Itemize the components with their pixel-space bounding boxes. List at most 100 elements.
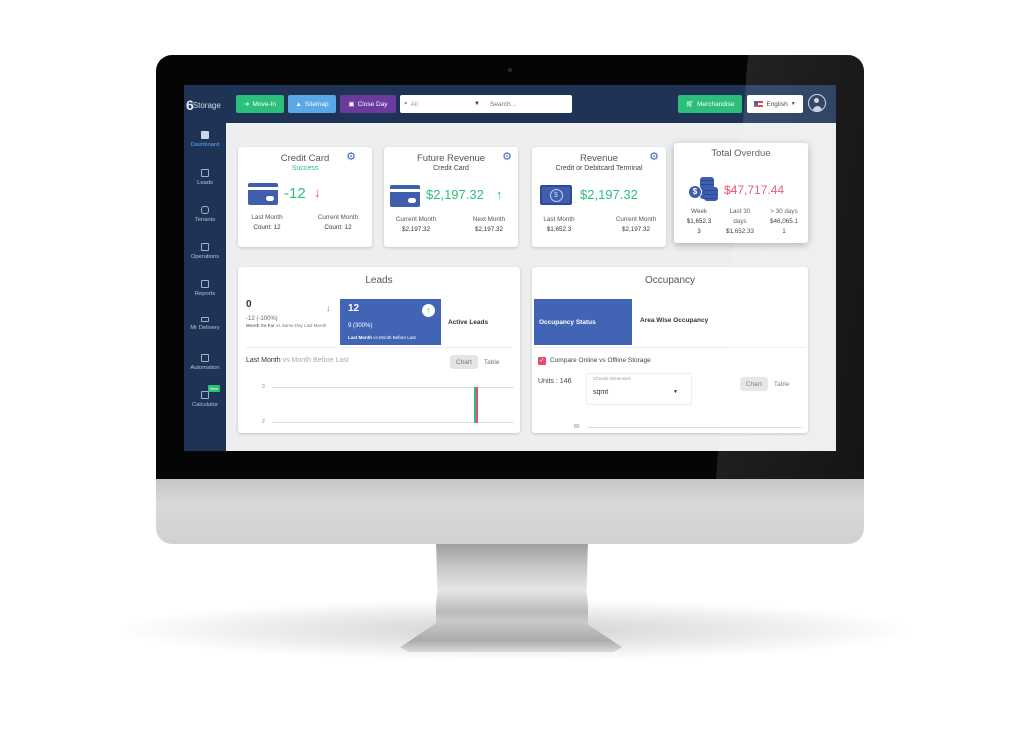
credit-card-card: Credit Card ⚙ Success -12 ↓ Last Month C… xyxy=(238,147,372,247)
close-day-label: Close Day xyxy=(357,100,388,108)
stat-label: Last 30 xyxy=(729,208,751,215)
card-subtitle: Credit or Debitcard Terminal xyxy=(555,165,643,172)
card-value: -12 xyxy=(284,185,306,202)
sidebar-item-operations[interactable]: Operations xyxy=(184,243,226,260)
stat-value: Count: 12 xyxy=(253,224,281,231)
card-value: $2,197.32 xyxy=(580,187,638,202)
table-toggle[interactable]: Table xyxy=(478,355,506,369)
caret-down-icon: ▼ xyxy=(474,101,480,107)
calendar-icon: ▣ xyxy=(348,101,355,108)
tab-area-wise-occupancy[interactable]: Area Wise Occupancy xyxy=(640,317,708,324)
compare-rest: vs Month Before Last xyxy=(282,357,349,364)
divider xyxy=(246,347,512,348)
caret-down-icon: ▼ xyxy=(673,389,678,395)
leads-change: -12 (-100%) xyxy=(246,316,278,322)
cart-icon: 🛒︎ xyxy=(685,101,695,108)
gear-icon[interactable]: ⚙ xyxy=(346,152,356,163)
stat-label: days xyxy=(733,218,747,225)
sidebar-item-automation[interactable]: Automation xyxy=(184,354,226,371)
stat-value: $1,652.3 xyxy=(546,226,572,233)
sidebar-item-tenants[interactable]: Tenants xyxy=(184,206,226,223)
chart-bar-red xyxy=(476,387,478,423)
merchandise-button[interactable]: 🛒︎ Merchandise xyxy=(678,95,742,113)
compare-checkbox[interactable]: ✓ xyxy=(538,357,546,365)
tab-occupancy-status[interactable]: Occupancy Status xyxy=(534,299,632,345)
sidebar-item-label: Calculator xyxy=(191,402,219,408)
card-title: Revenue xyxy=(579,153,619,164)
current-month-stat: Current Month $2,197.32 xyxy=(388,215,444,235)
camera-dot xyxy=(508,68,512,72)
merchandise-label: Merchandise xyxy=(697,100,735,108)
overdue-over-30-stat: > 30 days $46,065.1 1 xyxy=(764,207,804,237)
leads-month-so-far: 0 -12 (-100%) Month So Far vs Same Day L… xyxy=(246,299,338,343)
compare-bold: Last Month xyxy=(246,357,281,364)
sign-in-icon: ➜ xyxy=(244,101,250,108)
stat-value: $1,652.33 xyxy=(725,228,754,235)
search-filter-value: All xyxy=(410,100,418,108)
stat-label: Current Month xyxy=(317,214,359,221)
sidebar-item-label: Operations xyxy=(190,254,220,260)
card-value: $2,197.32 xyxy=(426,187,484,202)
total-overdue-card: Total Overdue $ $47,717.44 Week $1,652.3… xyxy=(674,143,808,243)
stat-label: Current Month xyxy=(615,216,657,223)
sidebar-item-calculator[interactable]: New Calculator xyxy=(184,385,226,408)
gear-icon[interactable]: ⚙ xyxy=(649,152,659,163)
logo-text: Storage xyxy=(192,100,221,110)
sidebar-item-label: Tenants xyxy=(194,217,216,223)
stat-label: > 30 days xyxy=(770,208,798,215)
monitor-chin xyxy=(156,478,864,544)
occupancy-panel: Occupancy Occupancy Status Area Wise Occ… xyxy=(532,267,808,433)
close-day-button[interactable]: ▣ Close Day xyxy=(340,95,396,113)
last-month-stat: Last Month $1,652.3 xyxy=(536,215,582,235)
arrow-down-icon: ↓ xyxy=(314,185,321,200)
banknote-icon: $ xyxy=(540,185,572,205)
leads-panel: Leads 0 -12 (-100%) Month So Far vs Same… xyxy=(238,267,520,433)
user-avatar-icon[interactable] xyxy=(808,94,826,112)
gear-icon[interactable]: ⚙ xyxy=(502,152,512,163)
arrow-up-icon: ↑ xyxy=(496,187,503,202)
sidebar-item-reports[interactable]: Reports xyxy=(184,280,226,297)
app-logo[interactable]: 6 Storage xyxy=(186,97,221,113)
us-flag-icon xyxy=(754,101,764,107)
stat-label: Last Month xyxy=(251,214,283,221)
language-select[interactable]: English ▼ xyxy=(747,95,803,113)
credit-card-icon xyxy=(248,183,278,205)
stat-value: 1 xyxy=(782,228,786,235)
future-revenue-card: Future Revenue ⚙ Credit Card $2,197.32 ↑… xyxy=(384,147,518,247)
stat-label: Last Month xyxy=(543,216,575,223)
search-input[interactable] xyxy=(488,99,572,109)
stat-value: 3 xyxy=(697,228,701,235)
database-icon xyxy=(201,206,209,214)
stat-label: Week xyxy=(691,208,707,215)
table-toggle[interactable]: Table xyxy=(768,377,796,391)
move-in-button[interactable]: ➜ Move-In xyxy=(236,95,284,113)
card-value: $47,717.44 xyxy=(724,183,785,197)
dimension-select[interactable]: Choose Dimension sqmt ▼ xyxy=(586,373,692,405)
sidebar-item-leads[interactable]: Leads xyxy=(184,169,226,186)
chart-toggle[interactable]: Chart xyxy=(450,355,478,369)
stat-value: $1,652.3 xyxy=(686,218,712,225)
search-filter-select[interactable]: ⌕ All ▼ xyxy=(400,100,488,108)
new-badge: New xyxy=(208,385,221,392)
stat-label: Current Month xyxy=(395,216,437,223)
sitemap-button[interactable]: ▲ Sitemap xyxy=(288,95,336,113)
chart-toggle[interactable]: Chart xyxy=(740,377,768,391)
stat-value: $2,197.32 xyxy=(474,226,503,233)
caret-down-icon: ▼ xyxy=(790,101,796,107)
sidebar-item-mr-delivery[interactable]: Mr Delivery xyxy=(184,317,226,331)
compare-label: Compare Online vs Offline Storage xyxy=(550,357,651,364)
sidebar-item-label: Dashboard xyxy=(190,142,220,148)
coins-icon: $ xyxy=(688,177,718,201)
monitor-foot xyxy=(400,622,622,652)
units-count: Units : 146 xyxy=(538,378,572,385)
monitor-bezel: 6 Storage ➜ Move-In ▲ Sitemap ▣ Close Da… xyxy=(156,55,864,479)
leads-last-month[interactable]: 12 ↑ 9 (300%) Last Month vs Month Before… xyxy=(340,299,441,345)
leads-desc: Month So Far vs Same Day Last Month xyxy=(246,323,338,328)
card-title: Future Revenue xyxy=(416,153,486,164)
desc-rest: vs Month Before Last xyxy=(373,335,416,340)
sidebar-item-dashboard[interactable]: Dashboard xyxy=(184,131,226,148)
sidebar: Dashboard Leads Tenants Operations Repor… xyxy=(184,123,226,451)
clipboard-icon xyxy=(201,243,209,251)
active-leads-label[interactable]: Active Leads xyxy=(448,319,488,326)
dimension-value: sqmt xyxy=(593,389,609,396)
